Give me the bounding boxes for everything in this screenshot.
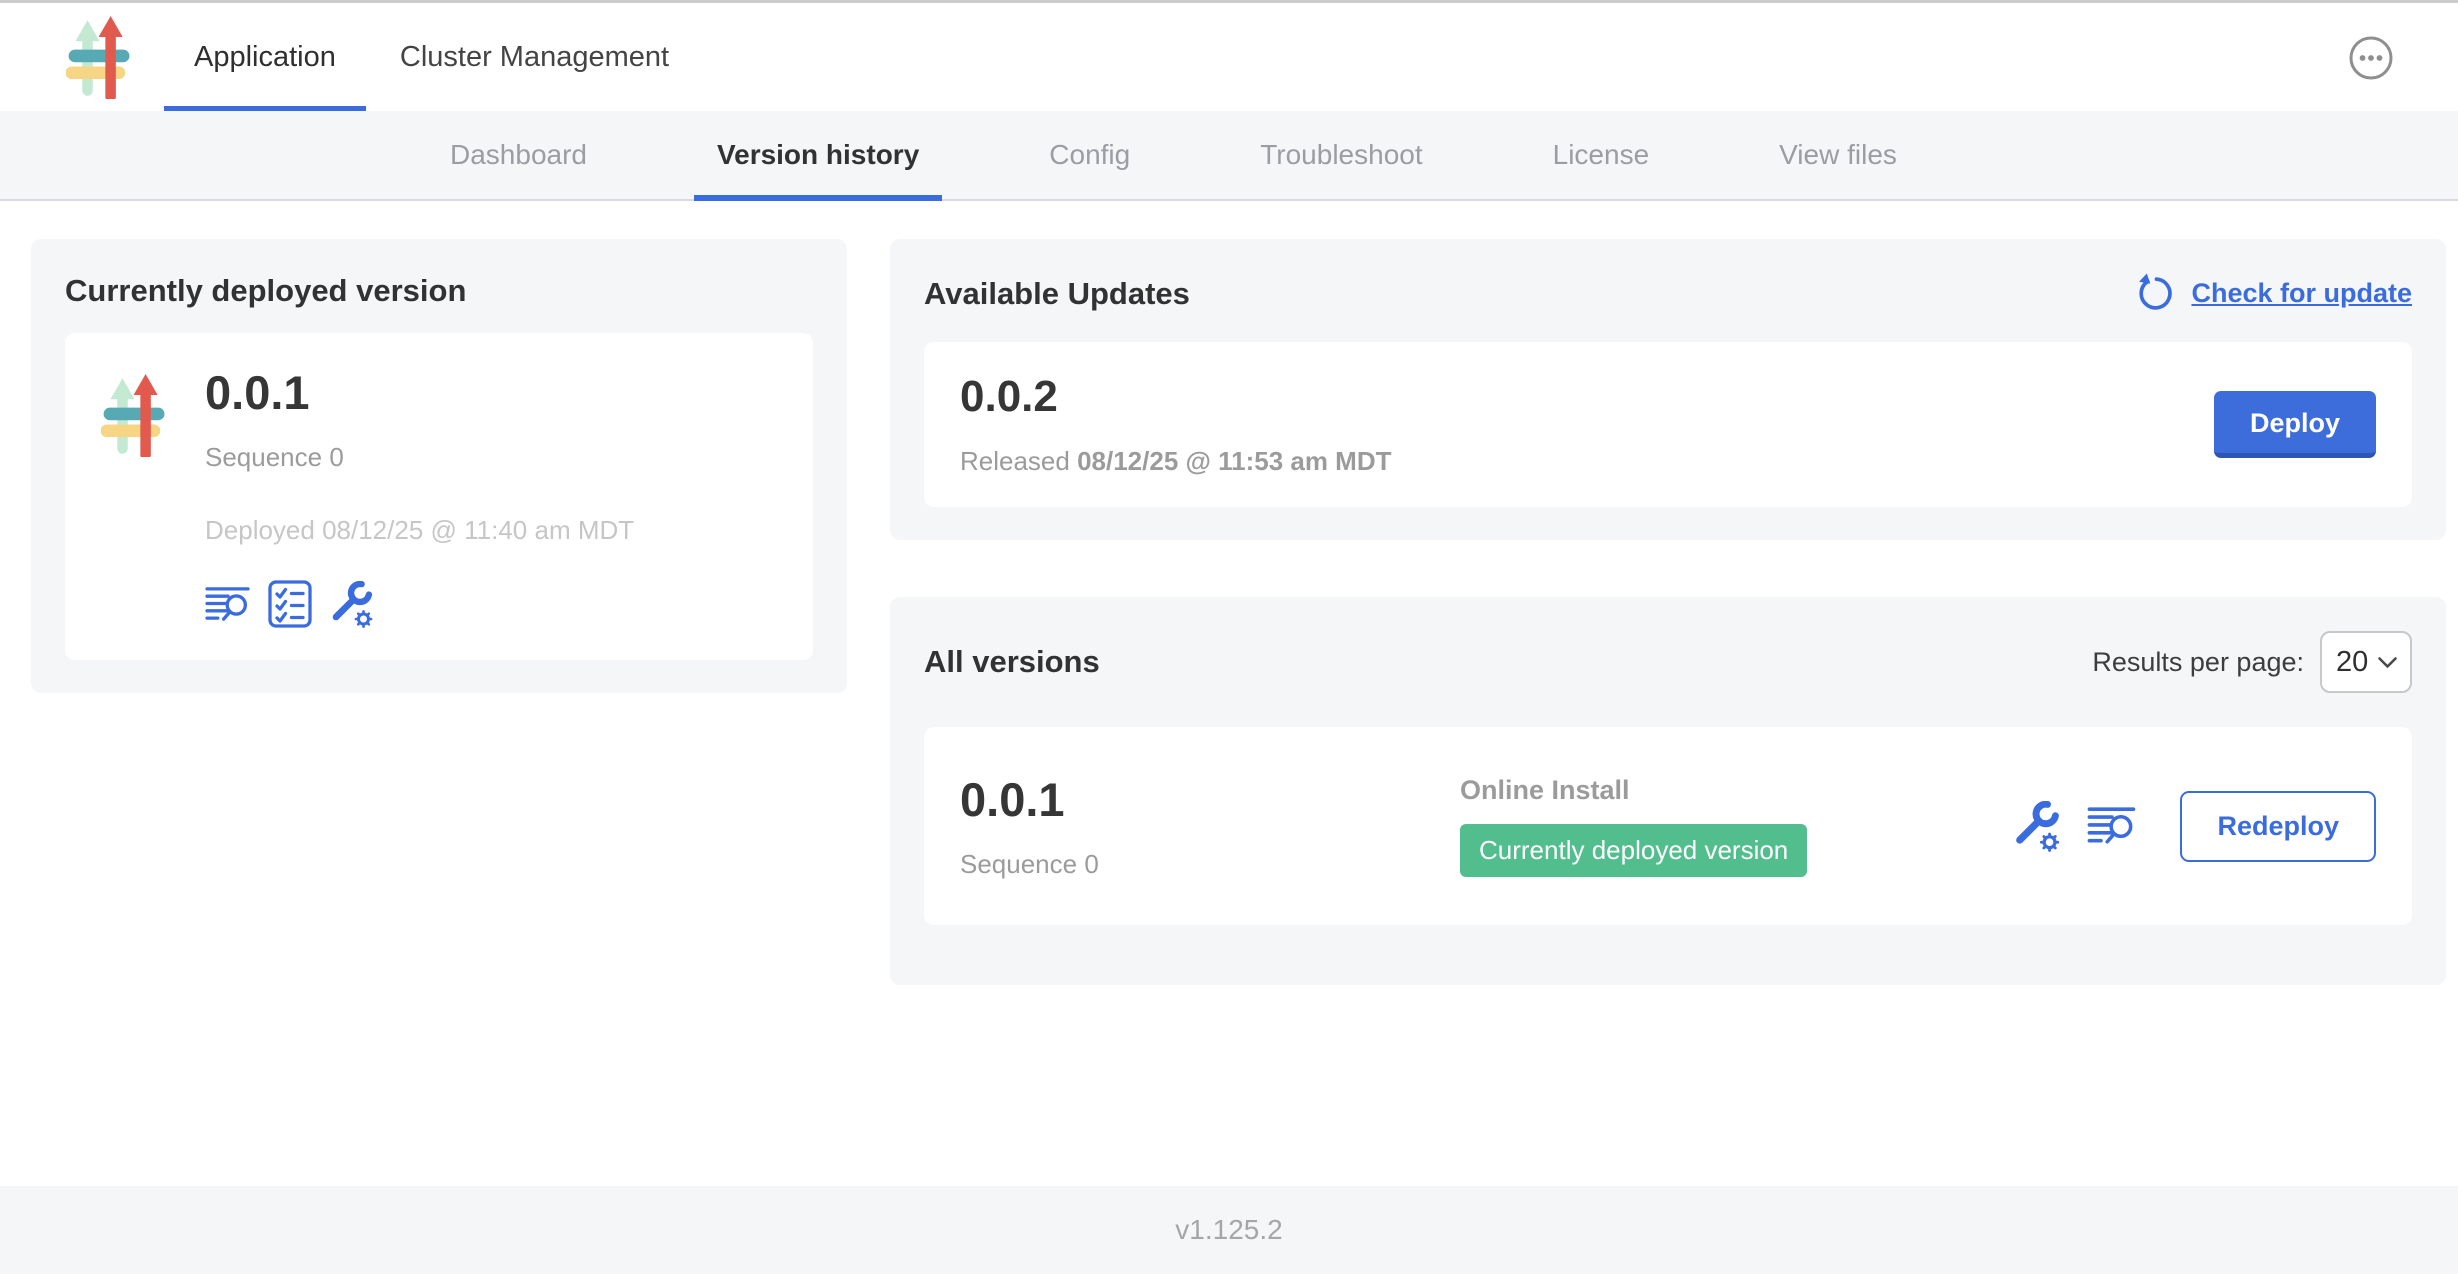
available-updates-card: Available Updates Check for update 0.0.2… xyxy=(890,239,2446,540)
results-per-page-select[interactable]: 20 xyxy=(2320,631,2412,693)
all-versions-title: All versions xyxy=(924,644,1100,680)
overflow-menu-button[interactable] xyxy=(2348,35,2394,81)
tab-license[interactable]: License xyxy=(1530,111,1673,199)
kots-admin-console: Application Cluster Management Dashboard… xyxy=(0,0,2458,1274)
app-subnav: Dashboard Version history Config Trouble… xyxy=(0,111,2458,201)
top-navbar: Application Cluster Management xyxy=(0,3,2458,111)
results-per-page: Results per page: 20 xyxy=(2092,631,2412,693)
right-column: Available Updates Check for update 0.0.2… xyxy=(890,239,2446,985)
update-details: 0.0.2 Released 08/12/25 @ 11:53 am MDT xyxy=(960,372,1392,477)
available-updates-title: Available Updates xyxy=(924,276,1190,312)
tab-config-label: Config xyxy=(1049,139,1130,171)
version-diff-icon[interactable] xyxy=(2087,805,2138,847)
deployed-version-number: 0.0.1 xyxy=(205,365,634,420)
version-diff-icon[interactable] xyxy=(205,585,252,624)
deploy-button[interactable]: Deploy xyxy=(2214,391,2376,458)
available-updates-header: Available Updates Check for update xyxy=(924,273,2412,314)
topnav-tab-cluster-management[interactable]: Cluster Management xyxy=(370,3,699,111)
config-icon[interactable] xyxy=(2011,801,2061,852)
deployed-version-panel: 0.0.1 Sequence 0 Deployed 08/12/25 @ 11:… xyxy=(65,333,813,660)
all-versions-card: All versions Results per page: 20 0.0. xyxy=(890,597,2446,985)
app-logo xyxy=(66,3,130,111)
app-logo xyxy=(101,373,165,628)
app-logo-icon xyxy=(66,15,130,99)
topnav-tab-application[interactable]: Application xyxy=(164,3,366,111)
tab-version-history[interactable]: Version history xyxy=(694,111,942,199)
released-prefix: Released xyxy=(960,446,1077,476)
update-released-line: Released 08/12/25 @ 11:53 am MDT xyxy=(960,446,1392,477)
released-timestamp: 08/12/25 @ 11:53 am MDT xyxy=(1077,446,1391,476)
all-versions-header: All versions Results per page: 20 xyxy=(924,631,2412,693)
tab-view-files[interactable]: View files xyxy=(1756,111,1920,199)
row-sequence: Sequence 0 xyxy=(960,849,1460,880)
deployed-sequence: Sequence 0 xyxy=(205,442,634,473)
deployed-version-details: 0.0.1 Sequence 0 Deployed 08/12/25 @ 11:… xyxy=(205,365,634,628)
install-type-label: Online Install xyxy=(1460,775,2011,806)
check-for-update[interactable]: Check for update xyxy=(2136,273,2412,314)
preflight-checks-icon[interactable] xyxy=(268,580,312,628)
topnav-tabs: Application Cluster Management xyxy=(164,3,699,111)
tab-dashboard-label: Dashboard xyxy=(450,139,587,171)
version-row-install-info: Online Install Currently deployed versio… xyxy=(1460,775,2011,877)
main-content: Currently deployed version 0.0.1 Sequenc… xyxy=(0,201,2458,1186)
footer: v1.125.2 xyxy=(0,1186,2458,1274)
currently-deployed-title: Currently deployed version xyxy=(65,273,813,309)
row-version-number: 0.0.1 xyxy=(960,772,1460,827)
check-for-update-link[interactable]: Check for update xyxy=(2191,278,2412,309)
version-row-version-info: 0.0.1 Sequence 0 xyxy=(960,772,1460,880)
tab-view-files-label: View files xyxy=(1779,139,1897,171)
results-per-page-label: Results per page: xyxy=(2092,647,2304,678)
update-row: 0.0.2 Released 08/12/25 @ 11:53 am MDT D… xyxy=(924,342,2412,507)
topnav-tab-application-label: Application xyxy=(194,41,336,74)
config-icon[interactable] xyxy=(328,581,374,628)
version-row-actions: Redeploy xyxy=(2011,791,2376,862)
status-badge: Currently deployed version xyxy=(1460,824,1807,877)
console-version: v1.125.2 xyxy=(1175,1214,1282,1246)
refresh-icon xyxy=(2136,273,2177,314)
topnav-tab-cluster-management-label: Cluster Management xyxy=(400,41,669,74)
tab-troubleshoot[interactable]: Troubleshoot xyxy=(1237,111,1445,199)
tab-version-history-label: Version history xyxy=(717,139,919,171)
tab-dashboard[interactable]: Dashboard xyxy=(427,111,610,199)
chevron-down-icon xyxy=(2377,656,2398,669)
update-version-number: 0.0.2 xyxy=(960,372,1392,422)
redeploy-button[interactable]: Redeploy xyxy=(2180,791,2376,862)
results-per-page-value: 20 xyxy=(2336,646,2368,679)
tab-troubleshoot-label: Troubleshoot xyxy=(1260,139,1422,171)
ellipsis-menu-icon xyxy=(2348,35,2394,81)
app-logo-icon xyxy=(101,373,165,457)
deployed-timestamp: Deployed 08/12/25 @ 11:40 am MDT xyxy=(205,515,634,546)
deployed-version-actions xyxy=(205,580,634,628)
version-row: 0.0.1 Sequence 0 Online Install Currentl… xyxy=(924,727,2412,925)
tab-config[interactable]: Config xyxy=(1026,111,1153,199)
currently-deployed-card: Currently deployed version 0.0.1 Sequenc… xyxy=(31,239,847,693)
tab-license-label: License xyxy=(1553,139,1650,171)
